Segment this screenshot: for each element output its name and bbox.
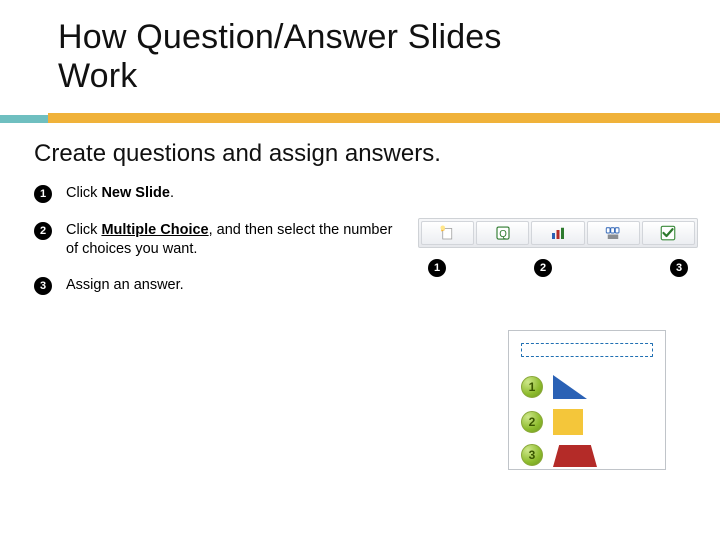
responses-icon <box>587 221 640 245</box>
step-1-bullet: 1 <box>34 185 52 203</box>
marker-3: 3 <box>670 259 688 277</box>
step-1-text: Click New Slide. <box>66 184 174 203</box>
choice-3-number: 3 <box>521 444 543 466</box>
step-1: 1 Click New Slide. <box>34 184 394 203</box>
steps-list: 1 Click New Slide. 2 Click Multiple Choi… <box>34 184 394 313</box>
step-2-text: Click Multiple Choice, and then select t… <box>66 221 394 258</box>
choice-1-number: 1 <box>521 376 543 398</box>
marker-1: 1 <box>428 259 446 277</box>
step-3-bullet: 3 <box>34 277 52 295</box>
subtitle: Create questions and assign answers. <box>34 140 441 168</box>
question-placeholder <box>521 343 653 357</box>
choice-preview: 1 2 3 <box>508 330 666 470</box>
toolbar-markers: 1 2 3 <box>418 258 698 277</box>
ribbon-toolbar: Q <box>418 218 698 248</box>
svg-text:Q: Q <box>499 229 507 240</box>
square-icon <box>553 409 583 435</box>
choice-row-3: 3 <box>521 443 597 467</box>
choice-2-number: 2 <box>521 411 543 433</box>
choice-row-2: 2 <box>521 409 583 435</box>
slide-title: How Question/Answer Slides Work <box>0 0 720 96</box>
question-icon: Q <box>476 221 529 245</box>
step-3: 3 Assign an answer. <box>34 276 394 295</box>
title-line-1: How Question/Answer Slides <box>58 18 502 56</box>
trapezoid-icon <box>553 445 597 467</box>
step-3-text: Assign an answer. <box>66 276 184 295</box>
marker-2: 2 <box>534 259 552 277</box>
step-2-bullet: 2 <box>34 222 52 240</box>
check-icon <box>642 221 695 245</box>
title-line-2: Work <box>58 57 138 95</box>
new-slide-icon <box>421 221 474 245</box>
choice-row-1: 1 <box>521 375 587 399</box>
triangle-icon <box>553 375 587 399</box>
bar-chart-icon <box>531 221 584 245</box>
step-2: 2 Click Multiple Choice, and then select… <box>34 221 394 258</box>
title-underline <box>0 113 720 123</box>
